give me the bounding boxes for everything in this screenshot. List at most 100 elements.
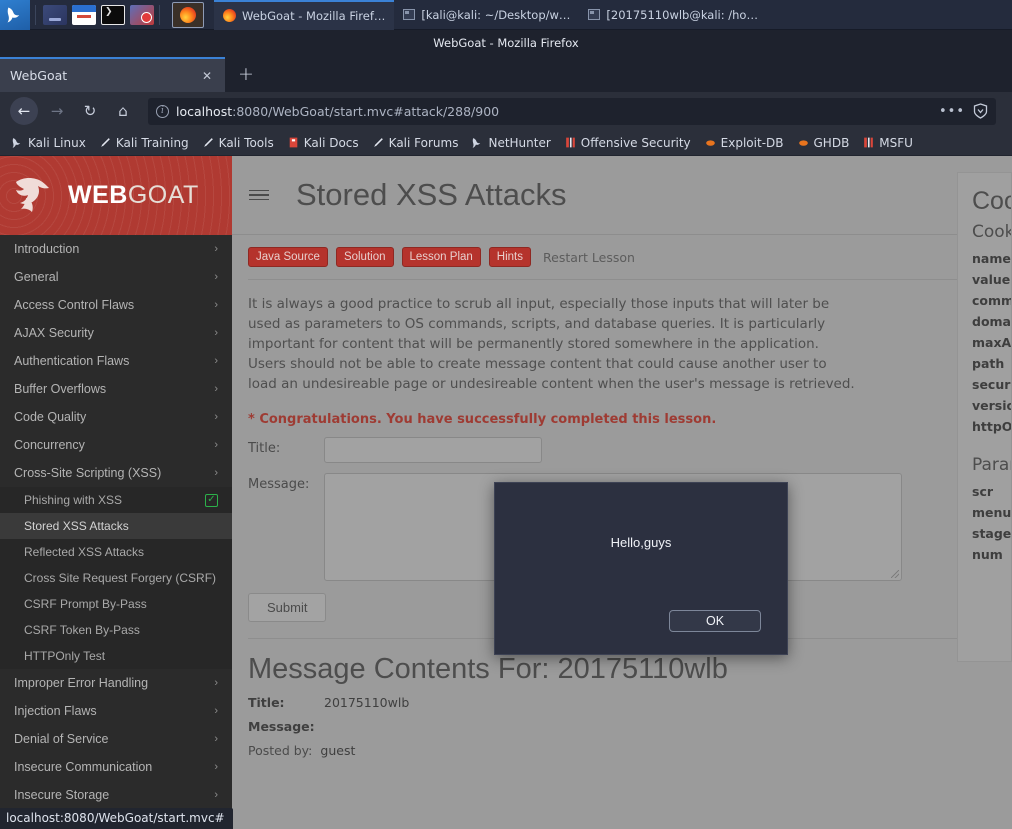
bookmark-kali-training[interactable]: Kali Training (94, 134, 194, 152)
sidebar-item-label: Phishing with XSS (24, 493, 123, 507)
bookmark-nethunter[interactable]: NetHunter (466, 134, 555, 152)
sidebar-item-phishing-with-xss[interactable]: Phishing with XSS ✓ (0, 487, 232, 513)
bookmark-exploit-db[interactable]: Exploit-DB (699, 134, 789, 152)
kali-dragon-icon[interactable] (0, 0, 30, 30)
sidebar-item-csrf-token-bypass[interactable]: CSRF Token By-Pass (0, 617, 232, 643)
sidebar-item-label: Injection Flaws (14, 704, 97, 718)
sidebar-item-authentication-flaws[interactable]: Authentication Flaws › (0, 347, 232, 375)
window-title: WebGoat - Mozilla Firefox (433, 35, 579, 50)
param-row-stage: stage (972, 526, 1012, 541)
sidebar-item-introduction[interactable]: Introduction › (0, 235, 232, 263)
sidebar-item-label: Insecure Communication (14, 760, 153, 774)
terminal-icon[interactable] (101, 4, 125, 25)
taskbar-divider-2 (159, 4, 160, 25)
page-actions-icon[interactable]: ••• (939, 104, 965, 119)
address-bar[interactable]: i localhost:8080/WebGoat/start.mvc#attac… (148, 97, 996, 125)
bookmarks-toolbar: Kali Linux Kali Training Kali Tools Kali… (0, 130, 1012, 156)
bookmark-ghdb[interactable]: GHDB (792, 134, 855, 152)
bookmark-msfu[interactable]: MSFU (857, 134, 918, 152)
solution-button[interactable]: Solution (335, 247, 394, 267)
webgoat-sidebar: WEBGOAT Introduction › General › Access Co… (0, 156, 232, 829)
java-source-button[interactable]: Java Source (248, 247, 328, 267)
sidebar-item-ajax-security[interactable]: AJAX Security › (0, 319, 232, 347)
sidebar-item-general[interactable]: General › (0, 263, 232, 291)
taskbar-window-terminal-1[interactable]: [kali@kali: ~/Desktop/w… (394, 0, 579, 30)
message-body-row: Message: (248, 719, 996, 734)
restart-lesson-link[interactable]: Restart Lesson (543, 250, 635, 265)
hints-button[interactable]: Hints (488, 247, 531, 267)
hamburger-icon[interactable] (246, 182, 272, 208)
title-input[interactable] (324, 437, 542, 463)
sidebar-item-csrf[interactable]: Cross Site Request Forgery (CSRF) (0, 565, 232, 591)
bookmark-kali-tools[interactable]: Kali Tools (197, 134, 279, 152)
home-button[interactable]: ⌂ (109, 97, 137, 125)
sidebar-item-insecure-storage[interactable]: Insecure Storage › (0, 781, 232, 809)
sidebar-item-stored-xss-attacks[interactable]: Stored XSS Attacks (0, 513, 232, 539)
sidebar-item-reflected-xss-attacks[interactable]: Reflected XSS Attacks (0, 539, 232, 565)
chevron-right-icon: › (214, 789, 218, 801)
tab-title: WebGoat (10, 68, 68, 83)
goat-head-icon (16, 177, 49, 212)
sidebar-item-access-control-flaws[interactable]: Access Control Flaws › (0, 291, 232, 319)
sidebar-item-cross-site-scripting[interactable]: Cross-Site Scripting (XSS) › (0, 459, 232, 487)
back-button[interactable]: ← (10, 97, 38, 125)
chevron-right-icon: › (214, 355, 218, 367)
message-label: Message: (248, 477, 310, 492)
sidebar-item-label: Code Quality (14, 410, 87, 424)
sidebar-item-httponly-test[interactable]: HTTPOnly Test (0, 643, 232, 669)
lesson-plan-button[interactable]: Lesson Plan (401, 247, 481, 267)
chevron-right-icon: › (214, 383, 218, 395)
bookmark-label: NetHunter (488, 135, 551, 150)
bookmark-label: Kali Training (115, 135, 189, 150)
url-text: localhost:8080/WebGoat/start.mvc#attack/… (176, 104, 499, 119)
chevron-right-icon: › (214, 271, 218, 283)
screen-recorder-icon[interactable] (130, 4, 154, 25)
sidebar-item-insecure-communication[interactable]: Insecure Communication › (0, 753, 232, 781)
bookmark-kali-docs[interactable]: Kali Docs (282, 134, 364, 152)
sidebar-item-csrf-prompt-bypass[interactable]: CSRF Prompt By-Pass (0, 591, 232, 617)
files-manager-icon[interactable] (43, 4, 67, 25)
submit-button[interactable]: Submit (248, 593, 327, 622)
browser-tab-webgoat[interactable]: WebGoat ✕ (0, 57, 225, 92)
bookmark-label: Offensive Security (580, 135, 691, 150)
sidebar-item-buffer-overflows[interactable]: Buffer Overflows › (0, 375, 232, 403)
sidebar-item-injection-flaws[interactable]: Injection Flaws › (0, 697, 232, 725)
parameters-heading: Parameters (972, 455, 1011, 475)
bookmark-kali-forums[interactable]: Kali Forums (367, 134, 464, 152)
chevron-right-icon: › (214, 327, 218, 339)
taskbar-window-list: WebGoat - Mozilla Firef… [kali@kali: ~/D… (214, 0, 1012, 30)
sidebar-item-concurrency[interactable]: Concurrency › (0, 431, 232, 459)
sidebar-item-improper-error-handling[interactable]: Improper Error Handling › (0, 669, 232, 697)
sidebar-item-label: Buffer Overflows (14, 382, 107, 396)
cookie-row-httponly: httpOnly (972, 419, 1012, 434)
sidebar-item-code-quality[interactable]: Code Quality › (0, 403, 232, 431)
chevron-right-icon: › (214, 439, 218, 451)
taskbar-window-label: [kali@kali: ~/Desktop/w… (421, 7, 571, 22)
taskbar-window-firefox[interactable]: WebGoat - Mozilla Firef… (214, 0, 395, 30)
bookmark-kali-linux[interactable]: Kali Linux (6, 134, 91, 152)
flame-icon (705, 140, 715, 146)
link-status-bar: localhost:8080/WebGoat/start.mvc# (0, 808, 233, 829)
sidebar-item-denial-of-service[interactable]: Denial of Service › (0, 725, 232, 753)
firefox-taskbar-button[interactable] (172, 1, 204, 28)
page-viewport: WEBGOAT Introduction › General › Access Co… (0, 156, 1012, 829)
cookies-heading: Cookies (972, 222, 1011, 242)
sidebar-item-label: Insecure Storage (14, 788, 110, 802)
sidebar-item-label: Denial of Service (14, 732, 109, 746)
webgoat-logo[interactable]: WEBGOAT (0, 156, 232, 235)
forward-button[interactable]: → (43, 97, 71, 125)
title-field-row: Title: (248, 437, 996, 463)
page-info-icon[interactable]: i (156, 104, 169, 118)
reload-button[interactable]: ↻ (76, 97, 104, 125)
cookie-row-version: version (972, 398, 1011, 413)
lesson-toolbar: Java Source Solution Lesson Plan Hints R… (232, 235, 1012, 279)
file-browser-icon[interactable] (72, 4, 96, 25)
page-title: Stored XSS Attacks (296, 177, 567, 212)
taskbar-window-terminal-2[interactable]: [20175110wlb@kali: /ho… (579, 0, 767, 30)
close-icon[interactable]: ✕ (199, 68, 215, 84)
alert-ok-button[interactable]: OK (669, 610, 761, 632)
tracking-shield-icon[interactable] (973, 103, 988, 119)
new-tab-button[interactable]: + (231, 59, 261, 89)
bookmark-offensive-security[interactable]: Offensive Security (559, 134, 696, 152)
javascript-alert-dialog: Hello,guys OK (494, 482, 788, 655)
